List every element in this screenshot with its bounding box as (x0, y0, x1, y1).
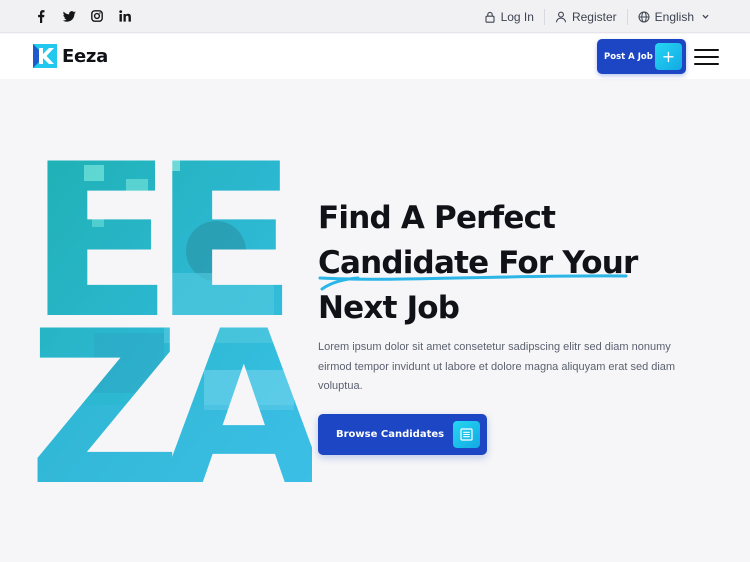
register-label: Register (571, 9, 617, 24)
hamburger-line (694, 63, 719, 65)
login-link[interactable]: Log In (474, 9, 544, 25)
brand-logo[interactable]: Eeza (33, 44, 108, 68)
hero-title-line: Next Job (318, 290, 460, 326)
hero-description: Lorem ipsum dolor sit amet consetetur sa… (318, 341, 676, 392)
lock-icon (485, 11, 495, 23)
title-underline-decoration (318, 274, 628, 291)
browse-candidates-label: Browse Candidates (336, 429, 445, 440)
instagram-icon[interactable] (90, 8, 104, 24)
post-job-label: Post A Job (604, 51, 653, 62)
post-job-button[interactable]: Post A Job + (597, 39, 686, 74)
browse-candidates-button[interactable]: Browse Candidates (318, 414, 487, 455)
social-links (34, 8, 132, 24)
list-icon (453, 421, 480, 448)
hero-title-line: Find A Perfect (318, 200, 556, 236)
facebook-icon[interactable] (34, 8, 48, 24)
logo-mark-icon (33, 44, 57, 68)
login-label: Log In (500, 9, 534, 24)
language-label: English (654, 9, 694, 24)
twitter-icon[interactable] (62, 8, 76, 24)
user-icon (555, 11, 567, 22)
hamburger-line (694, 56, 719, 58)
plus-icon: + (655, 43, 682, 70)
hero-title: Find A Perfect Candidate For Your Next J… (318, 196, 638, 331)
brand-name: Eeza (62, 45, 108, 67)
main-nav: Eeza Post A Job + (0, 34, 750, 79)
top-bar: Log In Register English (0, 0, 750, 33)
language-selector[interactable]: English (626, 8, 720, 25)
chevron-down-icon (702, 14, 709, 19)
account-links: Log In Register English (474, 0, 720, 33)
hero-brand-letters: EE ZA (34, 155, 312, 485)
register-link[interactable]: Register (543, 8, 627, 25)
linkedin-icon[interactable] (118, 8, 132, 24)
hamburger-line (694, 49, 719, 51)
menu-toggle-button[interactable] (694, 49, 719, 65)
globe-icon (638, 11, 650, 22)
